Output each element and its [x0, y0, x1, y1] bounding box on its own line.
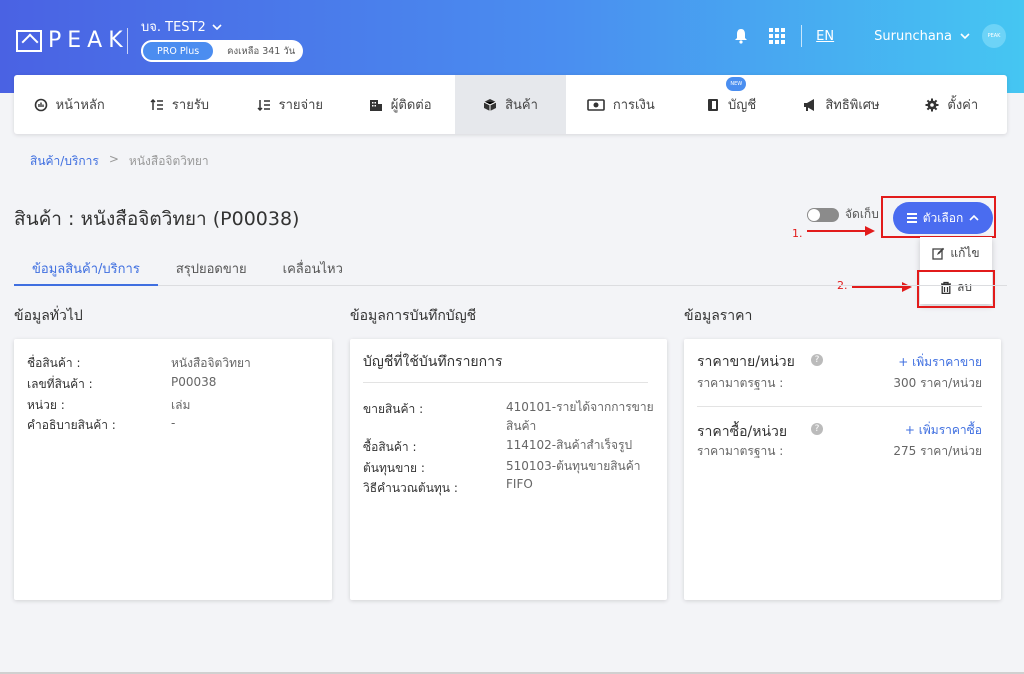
toggle-switch[interactable] [807, 207, 839, 222]
nav-label: สินค้า [505, 98, 538, 113]
add-buy-price-link[interactable]: + เพิ่มราคาซื้อ [905, 421, 982, 440]
language-link[interactable]: EN [816, 29, 834, 44]
help-icon[interactable]: ? [811, 354, 823, 366]
archive-label: จัดเก็บ [845, 207, 879, 221]
archive-toggle[interactable]: จัดเก็บ [807, 205, 879, 224]
tab-bar: ข้อมูลสินค้า/บริการ สรุปยอดขาย เคลื่อนไห… [14, 252, 1007, 286]
nav-item-finance[interactable]: การเงิน [566, 75, 676, 134]
tab-sales-summary[interactable]: สรุปยอดขาย [158, 252, 265, 286]
plan-name: PRO Plus [141, 40, 216, 62]
field-value: 510103-ต้นทุนขายสินค้า [506, 459, 641, 473]
peak-logo[interactable]: PEAK [16, 28, 129, 53]
divider [363, 382, 648, 383]
field-value: 275 ราคา/หน่วย [893, 444, 982, 458]
income-icon [150, 98, 163, 110]
bell-icon[interactable] [733, 28, 749, 44]
field-label: ราคามาตรฐาน : [697, 444, 784, 458]
nav-label: การเงิน [612, 98, 655, 113]
divider [801, 25, 803, 47]
user-menu[interactable]: Surunchana [874, 29, 952, 44]
annotation-arrow-icon [807, 226, 875, 236]
chevron-down-icon [212, 23, 222, 30]
logo-text: PEAK [48, 28, 129, 53]
header-actions: EN Surunchana PEAK [733, 24, 1006, 48]
main-nav: หน้าหลัก รายรับ รายจ่าย ผู้ติดต่อ สินค้า… [14, 75, 1007, 134]
nav-label: สิทธิพิเศษ [825, 98, 880, 113]
field-label: ชื่อสินค้า : [27, 356, 81, 370]
logo-mark-icon [16, 29, 42, 52]
field-label: หน่วย : [27, 398, 65, 412]
nav-item-settings[interactable]: ตั้งค่า [897, 75, 1007, 134]
field-value: สินค้า [506, 419, 537, 433]
field-value: เล่ม [171, 398, 191, 412]
gear-icon [925, 98, 939, 111]
nav-item-accounting[interactable]: บัญชี NEW [676, 75, 786, 134]
nav-item-contacts[interactable]: ผู้ติดต่อ [345, 75, 455, 134]
general-info-card: ชื่อสินค้า : หนังสือจิตวิทยา เลขที่สินค้… [14, 339, 332, 600]
chevron-down-icon[interactable] [960, 32, 970, 40]
divider [127, 28, 128, 54]
field-value: P00038 [171, 375, 217, 389]
buy-price-title: ราคาซื้อ/หน่วย [697, 424, 788, 440]
money-icon [587, 98, 605, 111]
field-label: ราคามาตรฐาน : [697, 376, 784, 390]
field-label: ต้นทุนขาย : [363, 461, 425, 475]
ledger-icon [708, 98, 719, 111]
field-value: - [171, 416, 176, 430]
new-badge: NEW [726, 77, 747, 91]
breadcrumb: สินค้า/บริการ > หนังสือจิตวิทยา [30, 152, 209, 171]
avatar[interactable]: PEAK [982, 24, 1006, 48]
field-label: วิธีคำนวณต้นทุน : [363, 481, 458, 495]
page-title: สินค้า : หนังสือจิตวิทยา (P00038) [14, 208, 300, 230]
breadcrumb-separator: > [108, 152, 119, 166]
nav-item-income[interactable]: รายรับ [124, 75, 234, 134]
step-label-1: 1. [792, 227, 803, 240]
nav-label: บัญชี [728, 98, 757, 113]
plan-badge: PRO Plus คงเหลือ 341 วัน [141, 40, 303, 62]
card-title: บัญชีที่ใช้บันทึกรายการ [363, 354, 503, 370]
field-value: 410101-รายได้จากการขาย [506, 400, 654, 414]
box-icon [483, 98, 497, 111]
field-value: 300 ราคา/หน่วย [893, 376, 982, 390]
breadcrumb-link[interactable]: สินค้า/บริการ [30, 152, 99, 171]
nav-label: รายจ่าย [278, 98, 324, 113]
field-value: FIFO [506, 477, 533, 491]
dashboard-icon [34, 98, 47, 111]
section-title-pricing: ข้อมูลราคา [684, 308, 753, 324]
nav-label: ตั้งค่า [947, 98, 979, 113]
nav-item-products[interactable]: สินค้า [455, 75, 566, 134]
accounting-info-card: บัญชีที่ใช้บันทึกรายการ ขายสินค้า : 4101… [350, 339, 667, 600]
tab-product-info[interactable]: ข้อมูลสินค้า/บริการ [14, 252, 158, 286]
pricing-info-card: ราคาขาย/หน่วย ? + เพิ่มราคาขาย ราคามาตรฐ… [684, 339, 1001, 600]
breadcrumb-current: หนังสือจิตวิทยา [128, 154, 209, 168]
company-name: บจ. TEST2 [141, 20, 206, 35]
field-value: หนังสือจิตวิทยา [171, 356, 251, 370]
plan-remaining: คงเหลือ 341 วัน [227, 45, 296, 57]
nav-label: หน้าหลัก [55, 98, 105, 113]
add-sell-price-link[interactable]: + เพิ่มราคาขาย [898, 353, 982, 372]
highlight-box-options [881, 196, 996, 238]
building-icon [369, 99, 382, 111]
nav-item-expense[interactable]: รายจ่าย [235, 75, 345, 134]
expense-icon [257, 99, 270, 111]
divider [697, 406, 982, 407]
tab-movement[interactable]: เคลื่อนไหว [265, 252, 361, 286]
field-label: เลขที่สินค้า : [27, 377, 93, 391]
field-label: ซื้อสินค้า : [363, 440, 417, 454]
nav-label: ผู้ติดต่อ [390, 98, 432, 113]
help-icon[interactable]: ? [811, 423, 823, 435]
section-title-general: ข้อมูลทั่วไป [14, 308, 83, 324]
megaphone-icon [804, 98, 815, 111]
nav-item-home[interactable]: หน้าหลัก [14, 75, 124, 134]
field-label: ขายสินค้า : [363, 402, 424, 416]
sell-price-title: ราคาขาย/หน่วย [697, 354, 795, 370]
nav-label: รายรับ [171, 98, 210, 113]
section-title-accounting: ข้อมูลการบันทึกบัญชี [350, 308, 477, 324]
nav-item-privileges[interactable]: สิทธิพิเศษ [786, 75, 896, 134]
field-label: คำอธิบายสินค้า : [27, 418, 116, 432]
company-switcher[interactable]: บจ. TEST2 [141, 16, 222, 37]
field-value: 114102-สินค้าสำเร็จรูป [506, 438, 633, 452]
apps-grid-icon[interactable] [769, 28, 786, 44]
